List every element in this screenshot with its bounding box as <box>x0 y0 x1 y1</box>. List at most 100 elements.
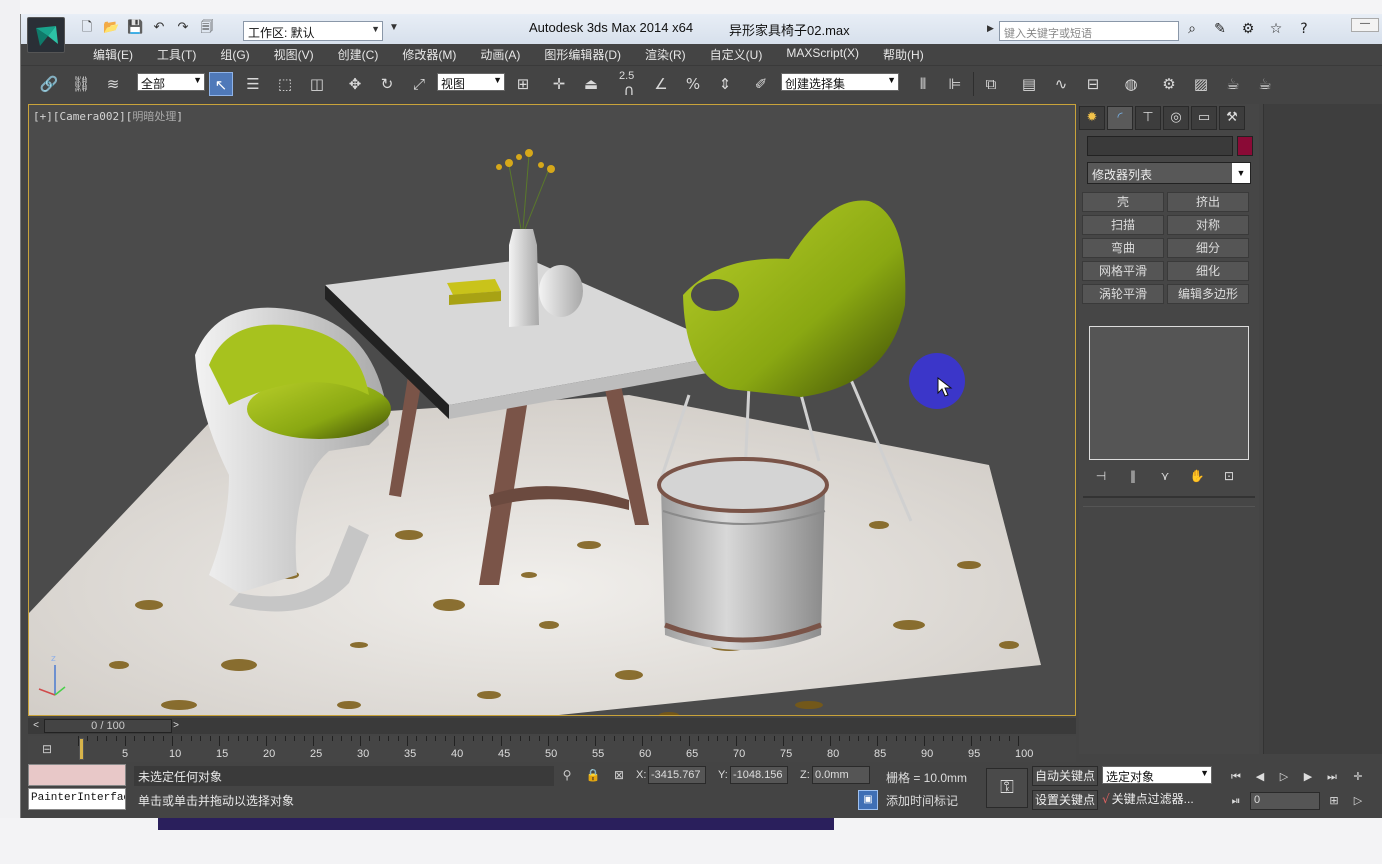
percent-snap-icon[interactable]: % <box>681 72 705 96</box>
select-link-icon[interactable]: 🔗 <box>37 72 61 96</box>
curve-editor-icon[interactable]: ∿ <box>1049 72 1073 96</box>
auto-key-button[interactable]: 自动关键点 <box>1032 766 1098 786</box>
time-tag-icon[interactable]: ▣ <box>858 790 878 810</box>
select-by-name-icon[interactable]: ☰ <box>241 72 265 96</box>
binoculars-icon[interactable]: ⌕ <box>1183 20 1201 38</box>
pin-stack-icon[interactable]: ⊣ <box>1091 466 1111 486</box>
chevron-left-icon[interactable]: < <box>30 719 42 733</box>
y-coordinate-field[interactable]: -1048.156 <box>730 766 788 784</box>
modifier-symmetry-button[interactable]: 对称 <box>1167 215 1249 235</box>
modifier-tessellate-button[interactable]: 细化 <box>1167 261 1249 281</box>
menu-rendering[interactable]: 渲染(R) <box>633 44 698 64</box>
favorites-star-icon[interactable]: ☆ <box>1267 20 1285 38</box>
object-color-swatch[interactable] <box>1237 136 1253 156</box>
menu-modifiers[interactable]: 修改器(M) <box>390 44 468 64</box>
reference-coordinate-dropdown[interactable]: 视图 ▼ <box>437 73 505 91</box>
named-selection-dropdown[interactable]: 创建选择集 ▼ <box>781 73 899 91</box>
maxscript-listener-input[interactable]: PainterInterface <box>28 788 126 810</box>
configure-modifier-sets-icon[interactable]: ⊡ <box>1219 466 1239 486</box>
new-file-icon[interactable]: 🗋 <box>79 20 95 36</box>
go-to-start-icon[interactable]: ⏮ <box>1226 768 1246 786</box>
menu-graph-editors[interactable]: 图形编辑器(D) <box>532 44 633 64</box>
zoom-extents-icon[interactable]: ▷ <box>1348 792 1368 810</box>
menu-create[interactable]: 创建(C) <box>326 44 391 64</box>
hierarchy-tab-icon[interactable]: ⊤ <box>1135 106 1161 130</box>
search-input[interactable]: 键入关键字或短语 <box>999 21 1179 41</box>
redo-icon[interactable]: ↷ <box>175 20 191 36</box>
qat-menu-chevron-icon[interactable]: ▼ <box>389 22 399 33</box>
x-coordinate-field[interactable]: -3415.767 <box>648 766 706 784</box>
schematic-view-icon[interactable]: ⊟ <box>1081 72 1105 96</box>
edit-named-selection-icon[interactable]: ✐ <box>749 72 773 96</box>
track-bar[interactable]: ⊟ 5 10 15 20 25 30 35 40 45 50 55 60 65 70 75 80 85 90 95 1… <box>28 736 1076 762</box>
create-tab-icon[interactable]: ✹ <box>1079 106 1105 130</box>
mirror-icon[interactable]: ⫴ <box>911 72 935 96</box>
modifier-list-dropdown[interactable]: 修改器列表 ▼ <box>1087 162 1251 184</box>
select-manipulate-icon[interactable]: ✛ <box>547 72 571 96</box>
time-slider[interactable]: < 0 / 100 > <box>28 718 1076 734</box>
align-icon[interactable]: ⊫ <box>943 72 967 96</box>
modifier-shell-button[interactable]: 壳 <box>1082 192 1164 212</box>
minimize-button[interactable]: — <box>1351 18 1379 32</box>
key-mode-toggle-icon[interactable]: ⏯ <box>1226 792 1246 810</box>
object-name-field[interactable] <box>1087 136 1233 156</box>
modifier-turbosmooth-button[interactable]: 涡轮平滑 <box>1082 284 1164 304</box>
play-icon[interactable]: ▷ <box>1274 768 1294 786</box>
pan-view-icon[interactable]: ✛ <box>1348 768 1368 786</box>
remove-modifier-icon[interactable]: ✋ <box>1187 466 1207 486</box>
select-rotate-icon[interactable]: ↻ <box>375 72 399 96</box>
go-to-end-icon[interactable]: ⏭ <box>1322 768 1342 786</box>
display-tab-icon[interactable]: ▭ <box>1191 106 1217 130</box>
layer-manager-icon[interactable]: ⧉ <box>979 72 1003 96</box>
angle-snap-icon[interactable]: ∠ <box>649 72 673 96</box>
menu-group[interactable]: 组(G) <box>208 44 261 64</box>
key-filters-button[interactable]: √ 关键点过滤器... <box>1102 790 1214 810</box>
show-end-result-icon[interactable]: ‖ <box>1123 466 1143 486</box>
graphite-tools-icon[interactable]: ▤ <box>1017 72 1041 96</box>
rendered-frame-window-icon[interactable]: ▨ <box>1189 72 1213 96</box>
keyboard-shortcut-override-icon[interactable]: ⏏ <box>579 72 603 96</box>
modifier-meshsmooth-button[interactable]: 网格平滑 <box>1082 261 1164 281</box>
snaps-toggle-icon[interactable]: ∩ <box>617 78 641 102</box>
modifier-stack[interactable] <box>1089 326 1249 460</box>
undo-icon[interactable]: ↶ <box>151 20 167 36</box>
next-frame-icon[interactable]: ▶ <box>1298 768 1318 786</box>
workspace-dropdown[interactable]: 工作区: 默认 ▼ <box>243 21 383 41</box>
mini-curve-editor-icon[interactable]: ⊟ <box>34 740 60 758</box>
absolute-mode-icon[interactable]: ⊠ <box>610 766 628 784</box>
render-setup-icon[interactable]: ⚙ <box>1157 72 1181 96</box>
menu-animation[interactable]: 动画(A) <box>468 44 532 64</box>
set-key-button[interactable]: 设置关键点 <box>1032 790 1098 810</box>
menu-maxscript[interactable]: MAXScript(X) <box>774 44 871 64</box>
menu-edit[interactable]: 编辑(E) <box>81 44 145 64</box>
app-logo-button[interactable] <box>27 17 65 53</box>
key-selection-dropdown[interactable]: 选定对象 ▼ <box>1102 766 1212 784</box>
time-slider-thumb[interactable]: 0 / 100 <box>44 719 172 733</box>
selection-filter-dropdown[interactable]: 全部 ▼ <box>137 73 205 91</box>
previous-frame-icon[interactable]: ◀ <box>1250 768 1270 786</box>
motion-tab-icon[interactable]: ◎ <box>1163 106 1189 130</box>
render-production-icon[interactable]: ☕ <box>1221 72 1245 96</box>
utilities-tab-icon[interactable]: ⚒ <box>1219 106 1245 130</box>
modifier-subdivide-button[interactable]: 细分 <box>1167 238 1249 258</box>
save-icon[interactable]: 💾 <box>127 20 143 36</box>
select-move-icon[interactable]: ✥ <box>343 72 367 96</box>
open-file-icon[interactable]: 📂 <box>103 20 119 36</box>
material-editor-icon[interactable]: ◍ <box>1119 72 1143 96</box>
menu-tools[interactable]: 工具(T) <box>145 44 208 64</box>
rectangular-selection-icon[interactable]: ⬚ <box>273 72 297 96</box>
unlink-icon[interactable]: ⛓ <box>69 72 93 96</box>
current-frame-field[interactable]: 0 <box>1250 792 1320 810</box>
modifier-edit-poly-button[interactable]: 编辑多边形 <box>1167 284 1249 304</box>
bind-space-warp-icon[interactable]: ≋ <box>101 72 125 96</box>
chevron-right-icon[interactable]: > <box>170 719 182 733</box>
menu-views[interactable]: 视图(V) <box>262 44 326 64</box>
maxscript-listener-output[interactable] <box>28 764 126 786</box>
communication-icon[interactable]: ⚙ <box>1239 20 1257 38</box>
subscription-icon[interactable]: ✎ <box>1211 20 1229 38</box>
isolate-selection-icon[interactable]: ⚲ <box>558 766 576 784</box>
render-iterative-icon[interactable]: ☕ <box>1253 72 1277 96</box>
window-crossing-icon[interactable]: ◫ <box>305 72 329 96</box>
viewport-label[interactable]: [+][Camera002][明暗处理] <box>33 108 183 124</box>
camera-viewport[interactable]: z [+][Camera002][明暗处理] <box>28 104 1076 716</box>
